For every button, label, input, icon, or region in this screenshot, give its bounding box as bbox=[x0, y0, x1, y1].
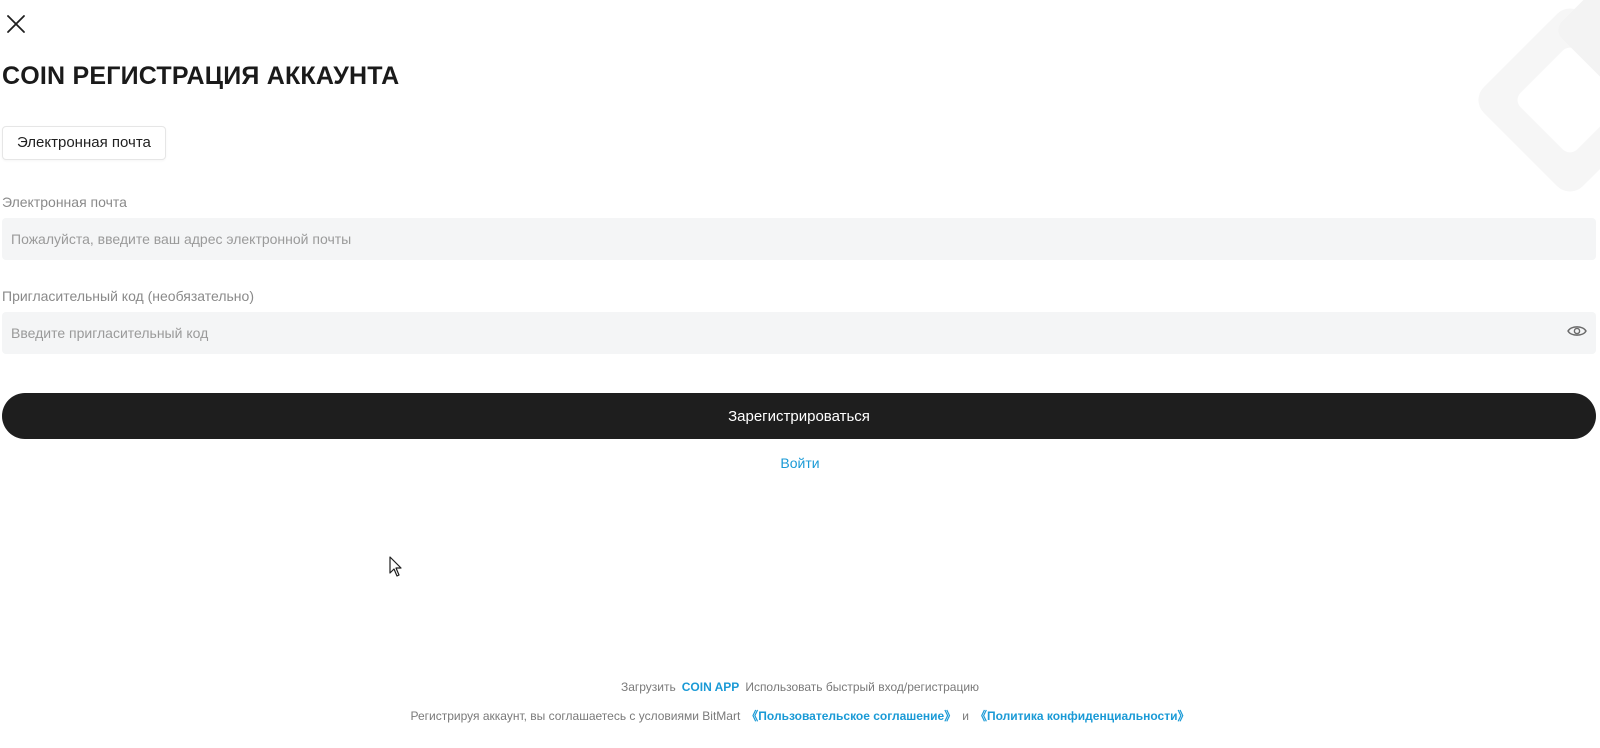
page-title: COIN РЕГИСТРАЦИЯ АККАУНТА bbox=[2, 62, 400, 90]
agreement-and: и bbox=[962, 709, 969, 723]
invite-code-label: Пригласительный код (необязательно) bbox=[2, 288, 254, 304]
email-label: Электронная почта bbox=[2, 194, 127, 210]
mouse-cursor bbox=[389, 556, 403, 578]
login-link-row: Войти bbox=[0, 455, 1600, 471]
email-input[interactable] bbox=[2, 218, 1596, 260]
close-icon bbox=[7, 15, 25, 33]
agreement-row: Регистрируя аккаунт, вы соглашаетесь с у… bbox=[0, 707, 1600, 724]
user-agreement-link[interactable]: 《Пользовательское соглашение》 bbox=[746, 709, 956, 723]
invite-code-input[interactable] bbox=[2, 312, 1596, 354]
privacy-policy-link[interactable]: 《Политика конфиденциальности》 bbox=[975, 709, 1190, 723]
background-logo-decoration bbox=[1460, 0, 1600, 210]
download-app-row: Загрузить COIN APP Использовать быстрый вх… bbox=[0, 680, 1600, 694]
registration-page: COIN РЕГИСТРАЦИЯ АККАУНТА Электронная по… bbox=[0, 0, 1600, 748]
agreement-prefix: Регистрируя аккаунт, вы соглашаетесь с у… bbox=[410, 709, 741, 723]
register-button[interactable]: Зарегистрироваться bbox=[2, 393, 1596, 439]
close-button[interactable] bbox=[4, 12, 28, 36]
download-suffix: Использовать быстрый вход/регистрацию bbox=[745, 680, 980, 694]
login-link[interactable]: Войти bbox=[780, 455, 819, 471]
logo-watermark-icon bbox=[1478, 0, 1600, 192]
tab-email[interactable]: Электронная почта bbox=[2, 126, 166, 160]
cursor-arrow-icon bbox=[389, 556, 402, 577]
coin-app-link[interactable]: COIN APP bbox=[682, 680, 740, 694]
toggle-visibility-button[interactable] bbox=[1567, 324, 1587, 338]
eye-icon bbox=[1567, 326, 1587, 336]
download-prefix: Загрузить bbox=[620, 680, 676, 694]
